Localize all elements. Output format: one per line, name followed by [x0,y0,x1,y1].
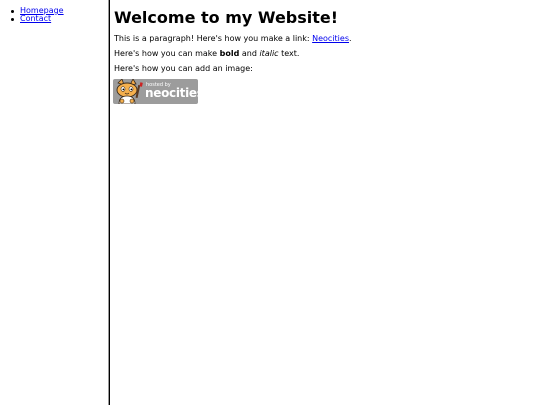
paragraph-text: text. [278,49,300,58]
sidebar-item-contact: Contact [8,15,64,23]
paragraph-text: Here's how you can make [114,49,220,58]
paragraph-text: This is a paragraph! Here's how you make… [114,34,313,43]
italic-text: italic [259,49,279,58]
sidebar-nav: Homepage Contact [8,7,64,23]
page-title: Welcome to my Website! [114,8,339,27]
paragraph-formatting: Here's how you can make bold and italic … [114,49,299,59]
badge-neocities-text: neocities [145,86,198,100]
paragraph-link: This is a paragraph! Here's how you make… [114,34,352,44]
neocities-link[interactable]: Neocities [312,34,349,43]
neocities-cat-mascot-icon [116,79,143,104]
left-frame: Homepage Contact [0,0,107,405]
contact-link[interactable]: Contact [20,14,51,23]
paragraph-period: . [349,34,352,43]
paragraph-text: and [239,49,260,58]
main-frame: Welcome to my Website! This is a paragra… [110,0,540,405]
hosted-by-neocities-badge[interactable]: hosted by neocities [113,79,198,104]
paragraph-image: Here's how you can add an image: [114,64,253,73]
bold-text: bold [219,49,240,58]
